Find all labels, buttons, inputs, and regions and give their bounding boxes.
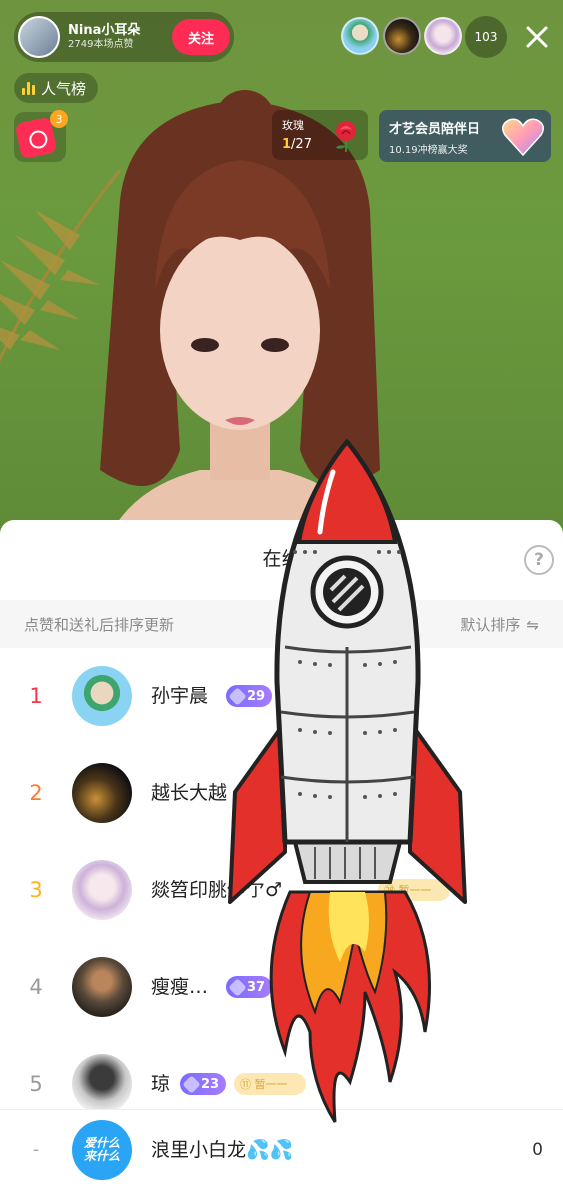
user-name: 孙宇晨 (151, 685, 209, 707)
rose-task-current: 1 (282, 137, 292, 152)
user-name: 瘦瘦… (151, 976, 209, 998)
event-banner[interactable]: 才艺会员陪伴日 10.19冲榜赢大奖 (379, 110, 551, 162)
level-badge: 23 (180, 1073, 227, 1095)
level-badge: 29 (226, 685, 273, 707)
host-name: Nina小耳朵 (68, 23, 141, 39)
level-value: 29 (247, 688, 266, 704)
rank-number: 2 (29, 781, 43, 805)
viewer-count[interactable]: 103 (465, 16, 507, 58)
sort-hint: 点赞和送礼后排序更新 (24, 616, 175, 634)
red-packet-badge: 3 (50, 110, 68, 128)
viewer-avatar-3[interactable] (424, 17, 462, 55)
sort-label: 默认排序 (460, 616, 521, 634)
host-likes: 2749本场点赞 (68, 38, 134, 50)
level-badge: 37 (226, 976, 273, 998)
my-score: 0 (532, 1140, 543, 1160)
viewer-avatar-2[interactable] (383, 17, 421, 55)
heart-icon (502, 118, 544, 157)
viewer-avatar-1[interactable] (341, 17, 379, 55)
avatar[interactable] (72, 957, 132, 1017)
my-avatar[interactable]: 爱什么 来什么 (72, 1120, 132, 1180)
ranking-row[interactable]: 2 越长大越 (0, 745, 563, 842)
ranking-row[interactable]: 4 瘦瘦… 37 ㉘ (0, 939, 563, 1036)
ranking-row[interactable]: 3 燚笤印脁伊亇♂ ㉘ 暂一一 (0, 842, 563, 939)
close-icon[interactable] (522, 22, 552, 52)
my-name: 浪里小白龙💦💦 (151, 1139, 294, 1161)
fan-badge: ㉘ 暂一一 (378, 879, 450, 901)
my-rank: - (32, 1139, 40, 1160)
red-packet-button[interactable]: 3 (14, 110, 68, 162)
user-name: 越长大越 (151, 782, 228, 804)
rank-number: 1 (29, 684, 43, 708)
gem-icon (228, 977, 247, 997)
fan-badge: ㉘ (280, 976, 320, 998)
level-value: 37 (247, 979, 266, 995)
gem-icon (228, 686, 247, 706)
rose-task-total: /27 (291, 137, 312, 152)
sort-button[interactable]: 默认排序 ⇋ (460, 614, 539, 635)
fan-badge: ⑪ 暂一一 (234, 1073, 306, 1095)
bar-chart-icon (22, 81, 35, 95)
sheet-title: 在线 (262, 548, 301, 570)
level-value: 23 (201, 1076, 220, 1092)
popularity-rank-label: 人气榜 (41, 79, 87, 98)
rank-number: 4 (29, 975, 43, 999)
online-ranking-sheet: 在线 ? 点赞和送礼后排序更新 默认排序 ⇋ 1 孙宇晨 29 2 越长大越 3… (0, 520, 563, 1200)
sort-bar: 点赞和送礼后排序更新 默认排序 ⇋ (0, 600, 563, 648)
swap-icon: ⇋ (526, 615, 539, 634)
avatar[interactable] (72, 763, 132, 823)
follow-button[interactable]: 关注 (172, 19, 230, 55)
rose-icon (336, 121, 356, 152)
streamer-figure (100, 90, 390, 560)
help-icon[interactable]: ? (524, 545, 554, 575)
ranking-row[interactable]: 1 孙宇晨 29 (0, 648, 563, 745)
gem-icon (182, 1074, 201, 1094)
user-name: 燚笤印脁伊亇♂ (151, 879, 283, 901)
rose-task-widget[interactable]: 玫瑰 1/27 (272, 110, 368, 160)
rank-number: 3 (29, 878, 43, 902)
popularity-rank-button[interactable]: 人气榜 (14, 73, 99, 103)
my-ranking-row[interactable]: - 爱什么 来什么 浪里小白龙💦💦 0 (0, 1110, 563, 1200)
avatar[interactable] (72, 666, 132, 726)
avatar[interactable] (72, 860, 132, 920)
avatar[interactable] (72, 1054, 132, 1114)
host-avatar[interactable] (18, 16, 60, 58)
host-info-pill[interactable]: Nina小耳朵 2749本场点赞 关注 (14, 12, 234, 62)
